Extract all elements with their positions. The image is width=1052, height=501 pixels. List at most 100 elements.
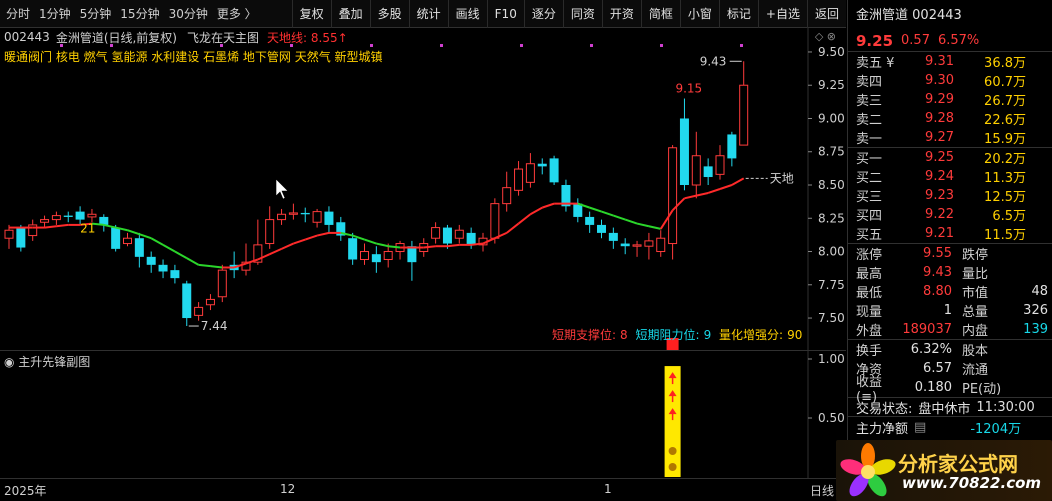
- candle-body: [123, 237, 132, 245]
- toolbar-button-2[interactable]: 多股: [369, 0, 409, 28]
- candle: [656, 230, 666, 257]
- ma-line-segment: [269, 247, 282, 256]
- chart-controls[interactable]: ◇ ⊗: [815, 30, 836, 43]
- sell-order-row[interactable]: 卖二 9.28 22.6万: [848, 109, 1052, 128]
- candle-body: [644, 240, 654, 247]
- candle-body: [87, 213, 97, 218]
- sell-order-row[interactable]: 卖四 9.30 60.7万: [848, 71, 1052, 90]
- period-tab-3[interactable]: 15分钟: [120, 5, 159, 22]
- ma-line-segment: [517, 213, 532, 225]
- toolbar-button-5[interactable]: F10: [486, 0, 524, 28]
- sell-order-row[interactable]: 卖五 ¥ 9.31 36.8万: [848, 52, 1052, 71]
- toolbar-button-13[interactable]: 返回: [806, 0, 846, 28]
- sell-order-row[interactable]: 卖一 9.27 15.9万: [848, 128, 1052, 147]
- sub-chart-title-text: 主升先锋副图: [18, 355, 91, 369]
- candle-body: [608, 232, 618, 241]
- sell-order-row[interactable]: 卖三 9.29 26.7万: [848, 90, 1052, 109]
- stat-l2: 市值: [962, 286, 989, 301]
- candle: [644, 232, 654, 260]
- ma-line-segment: [613, 214, 626, 221]
- indicator-name[interactable]: 飞龙在天主图: [187, 29, 259, 46]
- toolbar-button-11[interactable]: 标记: [718, 0, 758, 28]
- chart-stock-code: 002443: [4, 30, 50, 44]
- candle: [585, 211, 595, 233]
- stat-v1: 1: [943, 303, 952, 318]
- buy-order-row[interactable]: 买五 9.21 11.5万: [848, 224, 1052, 243]
- order-qty: 11.3万: [984, 171, 1026, 186]
- ma-line-segment: [376, 242, 389, 248]
- toolbar-button-6[interactable]: 逐分: [523, 0, 563, 28]
- stat-l1: 最高: [856, 267, 883, 282]
- candle-body: [265, 219, 275, 245]
- candle: [288, 203, 298, 220]
- logo-url: www.70822.com: [902, 474, 1042, 492]
- stat-l1: 现量: [856, 305, 883, 320]
- stat-l2: 跌停: [962, 248, 989, 263]
- order-level-label: 买二: [856, 171, 883, 186]
- tiandi-label: 天地: [770, 171, 794, 185]
- site-logo: 分析家公式网 www.70822.com: [836, 440, 1052, 501]
- period-tab-1[interactable]: 1分钟: [39, 5, 71, 22]
- candle-body: [324, 211, 334, 225]
- candle: [691, 131, 701, 199]
- toolbar-button-9[interactable]: 简框: [640, 0, 680, 28]
- signal-dot: [440, 44, 443, 47]
- period-tab-2[interactable]: 5分钟: [80, 5, 112, 22]
- buy-orders: 买一 9.25 20.2万 买二 9.24 11.3万 买三 9.23 12.5万 买四 9.22 6…: [848, 148, 1052, 244]
- candle-body: [158, 264, 168, 272]
- toolbar-button-4[interactable]: 画线: [447, 0, 487, 28]
- sub-y-label: 0.50: [818, 411, 845, 425]
- buy-order-row[interactable]: 买二 9.24 11.3万: [848, 167, 1052, 186]
- toolbar-button-0[interactable]: 复权: [291, 0, 331, 28]
- candle: [502, 171, 512, 212]
- trade-status: 交易状态: 盘中休市 11:30:00: [848, 397, 1052, 417]
- toolbar-button-10[interactable]: 小窗: [679, 0, 719, 28]
- candle-body: [632, 244, 642, 247]
- candle: [679, 98, 689, 191]
- stat-l2: 股本: [962, 344, 989, 359]
- period-tab-0[interactable]: 分时: [6, 5, 30, 22]
- toolbar-button-1[interactable]: 叠加: [330, 0, 370, 28]
- candle-body: [442, 227, 452, 244]
- candle: [431, 222, 441, 244]
- ma-line-segment: [529, 206, 543, 216]
- candle-body: [585, 216, 595, 225]
- main-info-line: 短期支撑位: 8 短期阻力位: 9 量化增强分: 90: [552, 326, 806, 343]
- order-level-label: 卖一: [856, 132, 883, 147]
- time-label-jan: 1: [604, 482, 612, 496]
- candle-body: [75, 211, 85, 220]
- toolbar-button-7[interactable]: 同资: [562, 0, 602, 28]
- stat-v1: 0.180: [914, 380, 952, 395]
- buy-order-row[interactable]: 买四 9.22 6.5万: [848, 205, 1052, 224]
- candle-body: [679, 118, 689, 186]
- toolbar-button-3[interactable]: 统计: [408, 0, 448, 28]
- candle-body: [40, 219, 50, 223]
- sub-chart-canvas[interactable]: 1.00 0.50: [0, 351, 846, 479]
- main-net-label: 主力净额: [856, 421, 909, 437]
- ma-line-segment: [127, 229, 140, 236]
- chart-header: 002443 金洲管道(日线,前复权) 飞龙在天主图 天地线: 8.55↑: [4, 28, 348, 46]
- grid-icon[interactable]: ▤: [914, 420, 926, 435]
- candle: [525, 153, 535, 188]
- candle-body: [371, 254, 381, 263]
- buy-order-row[interactable]: 买一 9.25 20.2万: [848, 148, 1052, 167]
- stat-v1: 9.55: [923, 246, 952, 261]
- period-tab-5[interactable]: 更多 〉: [217, 5, 257, 22]
- sub-chart[interactable]: 1.00 0.50 ◉ 主升先锋副图: [0, 350, 846, 479]
- order-qty: 12.5万: [984, 190, 1026, 205]
- kline-chart[interactable]: 9.50 9.25 9.00 8.75 8.50 8.25 8.00 7.75 7.50 9.43…: [0, 28, 846, 350]
- toolbar-button-8[interactable]: 开资: [601, 0, 641, 28]
- candle: [229, 251, 239, 279]
- time-axis-period[interactable]: 日线: [810, 482, 834, 499]
- quote-stock-name: 金洲管道: [856, 8, 909, 23]
- candle: [194, 302, 204, 321]
- main-chart[interactable]: 9.50 9.25 9.00 8.75 8.50 8.25 8.00 7.75 7.50 9.43…: [0, 28, 846, 350]
- stats-block-1: 涨停 9.55 跌停 最高 9.43 量比 最低 8.80 市值 48 现量 1 总量 326 外盘 1890…: [848, 244, 1052, 340]
- candle-body: [146, 256, 156, 265]
- ma-line-segment: [364, 238, 377, 245]
- candle-body: [727, 134, 737, 159]
- period-tabs: 分时 1分钟 5分钟 15分钟 30分钟 更多 〉: [0, 5, 266, 22]
- period-tab-4[interactable]: 30分钟: [169, 5, 208, 22]
- toolbar-button-12[interactable]: +自选: [757, 0, 807, 28]
- buy-order-row[interactable]: 买三 9.23 12.5万: [848, 186, 1052, 205]
